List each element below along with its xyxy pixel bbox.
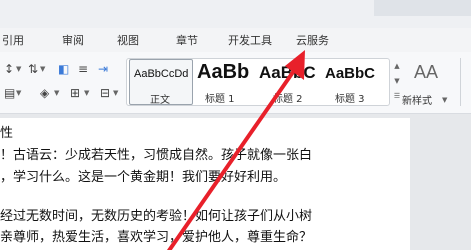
style-label: 标题 2	[273, 94, 303, 105]
style-normal[interactable]: AaBbCcDd 正文	[129, 59, 193, 106]
document-line[interactable]: 性	[0, 122, 13, 141]
chevron-down-icon[interactable]: ▼	[16, 89, 21, 97]
shading-icon[interactable]: ▤	[4, 86, 15, 100]
new-style-button[interactable]: AA 新样式 ▼	[402, 58, 452, 108]
tab-cloud-service[interactable]: 云服务	[296, 32, 329, 48]
chevron-up-icon[interactable]: ▲	[392, 59, 402, 74]
show-marks-icon[interactable]: ◧	[58, 62, 69, 76]
style-label: 正文	[150, 95, 170, 106]
document-line[interactable]: ！古语云：少成若天性，习惯成自然。孩子就像一张白	[0, 144, 312, 163]
tab-view[interactable]: 视图	[117, 32, 139, 48]
document-line[interactable]: 经过无数时间，无数历史的考验！如何让孩子们从小树	[0, 205, 312, 224]
style-heading-3[interactable]: AaBbC 标题 3	[321, 59, 389, 105]
title-strip-shade	[374, 0, 471, 16]
chevron-down-icon[interactable]: ▼	[54, 89, 59, 97]
chevron-down-icon[interactable]: ▼	[113, 89, 118, 97]
chevron-down-icon[interactable]: ▼	[40, 65, 45, 73]
expand-icon[interactable]: ☰	[392, 89, 402, 104]
tab-review[interactable]: 审阅	[62, 32, 84, 48]
fill-color-icon[interactable]: ◈	[40, 86, 49, 100]
chevron-down-icon[interactable]: ▼	[392, 74, 402, 89]
tab-chapter[interactable]: 章节	[176, 32, 198, 48]
ribbon-toolbar: ↕ ▼ ⇅ ▼ ◧ ≡ ⇥ ▤ ▼ ◈ ▼ ⊞ ▼ ⊟ ▼ AaBbCcDd 正…	[0, 52, 471, 114]
new-style-label: 新样式	[402, 96, 432, 107]
style-preview: AaBb	[197, 61, 250, 83]
ribbon-tab-bar: 引用 审阅 视图 章节 开发工具 云服务	[0, 28, 471, 52]
style-preview: AaBbCcDd	[134, 68, 189, 80]
chevron-down-icon[interactable]: ▼	[16, 65, 21, 73]
chevron-down-icon[interactable]: ▼	[84, 89, 89, 97]
style-label: 标题 1	[205, 94, 235, 105]
table-icon[interactable]: ⊟	[100, 86, 110, 100]
chevron-down-icon[interactable]: ▼	[442, 96, 447, 104]
style-heading-2[interactable]: AaBbC 标题 2	[259, 59, 319, 105]
border-icon[interactable]: ⊞	[70, 86, 80, 100]
document-line[interactable]: ，学习什么。这是一个黄金期！我们要好好利用。	[0, 166, 286, 185]
tab-references[interactable]: 引用	[2, 32, 24, 48]
indent-icon[interactable]: ⇥	[98, 62, 108, 76]
style-label: 标题 3	[335, 94, 365, 105]
sort-icon[interactable]: ⇅	[28, 62, 38, 76]
line-spacing-icon[interactable]: ↕	[4, 62, 14, 76]
document-page[interactable]: 性 ！古语云：少成若天性，习惯成自然。孩子就像一张白 ，学习什么。这是一个黄金期…	[0, 118, 410, 250]
style-preview: AaBbC	[325, 65, 376, 82]
ribbon-divider	[460, 58, 461, 106]
tab-developer-tools[interactable]: 开发工具	[228, 32, 272, 48]
style-gallery: AaBbCcDd 正文 AaBb 标题 1 AaBbC 标题 2 AaBbC 标…	[126, 58, 390, 106]
new-style-icon: AA	[414, 62, 439, 82]
window-title-strip	[0, 0, 471, 28]
style-preview: AaBbC	[259, 63, 316, 82]
style-heading-1[interactable]: AaBb 标题 1	[195, 59, 257, 105]
gallery-scrollbar[interactable]: ▲ ▼ ☰	[392, 59, 402, 105]
align-left-icon[interactable]: ≡	[78, 62, 88, 76]
document-line[interactable]: 亲尊师，热爱生活，喜欢学习，爱护他人，尊重生命？	[0, 226, 312, 245]
